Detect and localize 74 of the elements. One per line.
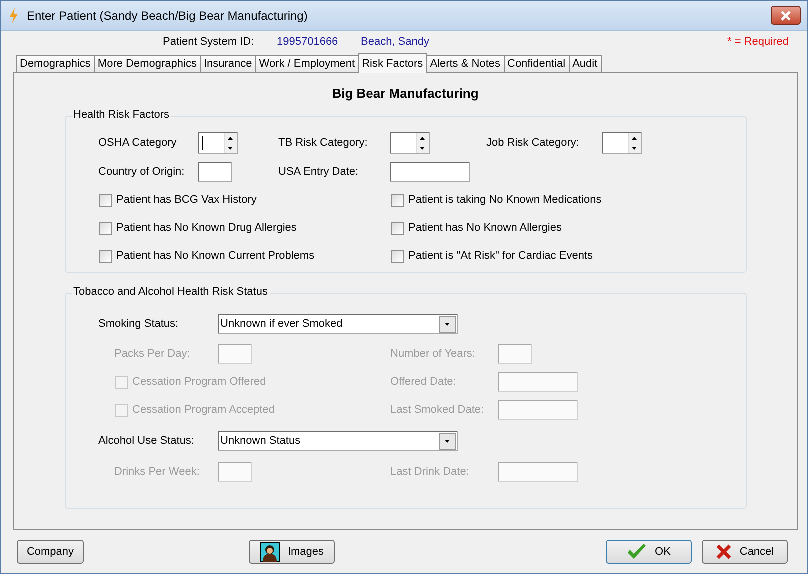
required-note: * = Required [728,36,789,48]
tab[interactable]: Demographics [16,55,95,73]
up-arrow-icon [632,136,637,140]
dropdown[interactable]: Unknown Status [218,431,458,451]
portrait-icon [260,542,280,562]
field-label: OSHA Category [98,137,177,149]
spin-down-button[interactable] [224,143,236,153]
checkbox[interactable] [390,250,404,262]
up-arrow-icon [228,136,233,140]
down-arrow-icon [632,146,637,150]
input-field[interactable] [390,162,470,182]
close-button[interactable] [771,6,801,25]
tab[interactable]: Confidential [504,55,570,73]
dropdown[interactable]: Unknown if ever Smoked [218,314,458,334]
close-icon [716,544,732,560]
checkbox-label: Patient has No Known Current Problems [116,250,315,262]
field-label: Packs Per Day: [114,348,190,360]
checkbox[interactable] [390,222,404,234]
field-label: Last Smoked Date: [390,404,484,416]
checkbox-label: Patient is taking No Known Medications [408,194,602,206]
tab[interactable]: Alerts & Notes [426,55,504,73]
group-title: Health Risk Factors [72,109,172,121]
down-arrow-icon [420,146,425,150]
field-label: Country of Origin: [98,166,185,178]
tab[interactable]: Insurance [200,55,256,73]
down-arrow-icon [228,146,233,150]
patient-id: 1995701666 [277,36,340,48]
spin-field[interactable] [390,132,430,154]
ok-button[interactable]: OK [606,540,692,564]
cancel-button[interactable]: Cancel [702,540,788,564]
field-label: Smoking Status: [98,318,179,330]
spin-up-button[interactable] [416,133,428,143]
checkbox[interactable] [98,250,112,262]
field-label: Alcohol Use Status: [98,435,194,447]
field-label: Last Drink Date: [390,466,470,478]
id-label: Patient System ID: [163,36,256,48]
checkbox-label: Cessation Program Offered [132,376,266,388]
checkbox[interactable] [390,194,404,206]
tab[interactable]: Work / Employment [255,55,360,73]
tab[interactable]: Audit [568,55,602,73]
up-arrow-icon [420,136,425,140]
checkbox-label: Patient is "At Risk" for Cardiac Events [408,250,593,262]
close-icon [780,10,792,20]
spin-down-button[interactable] [628,143,640,153]
spin-field[interactable] [602,132,642,154]
field-label: USA Entry Date: [278,166,359,178]
checkbox-label: Cessation Program Accepted [132,404,275,416]
field-label: Number of Years: [390,348,476,360]
field-label: Job Risk Category: [486,137,580,149]
checkbox-label: Patient has BCG Vax History [116,194,257,206]
tab[interactable]: More Demographics [94,55,201,73]
checkbox-label: Patient has No Known Allergies [408,222,562,234]
checkbox-label: Patient has No Known Drug Allergies [116,222,297,234]
company-button[interactable]: Company [17,540,84,564]
spin-up-button[interactable] [628,133,640,143]
group-title: Tobacco and Alcohol Health Risk Status [72,286,270,298]
field-label: Offered Date: [390,376,456,388]
down-arrow-icon [444,322,450,326]
checkmark-icon [627,544,648,560]
down-arrow-icon [444,440,450,442]
lightning-icon [9,8,19,24]
window-title: Enter Patient (Sandy Beach/Big Bear Manufacturing) [27,8,309,22]
input-field[interactable] [198,162,232,182]
spin-up-button[interactable] [224,133,236,143]
field-label: TB Risk Category: [278,137,368,149]
spin-down-button[interactable] [416,143,428,153]
spin-field[interactable] [198,132,238,154]
checkbox[interactable] [98,222,112,234]
patient-name: Beach, Sandy [361,36,430,48]
field-label: Drinks Per Week: [114,466,200,478]
images-button[interactable]: Images [249,540,335,564]
company-name: Big Bear Manufacturing [332,86,479,101]
tab[interactable]: Risk Factors [358,53,428,73]
checkbox[interactable] [98,194,112,206]
